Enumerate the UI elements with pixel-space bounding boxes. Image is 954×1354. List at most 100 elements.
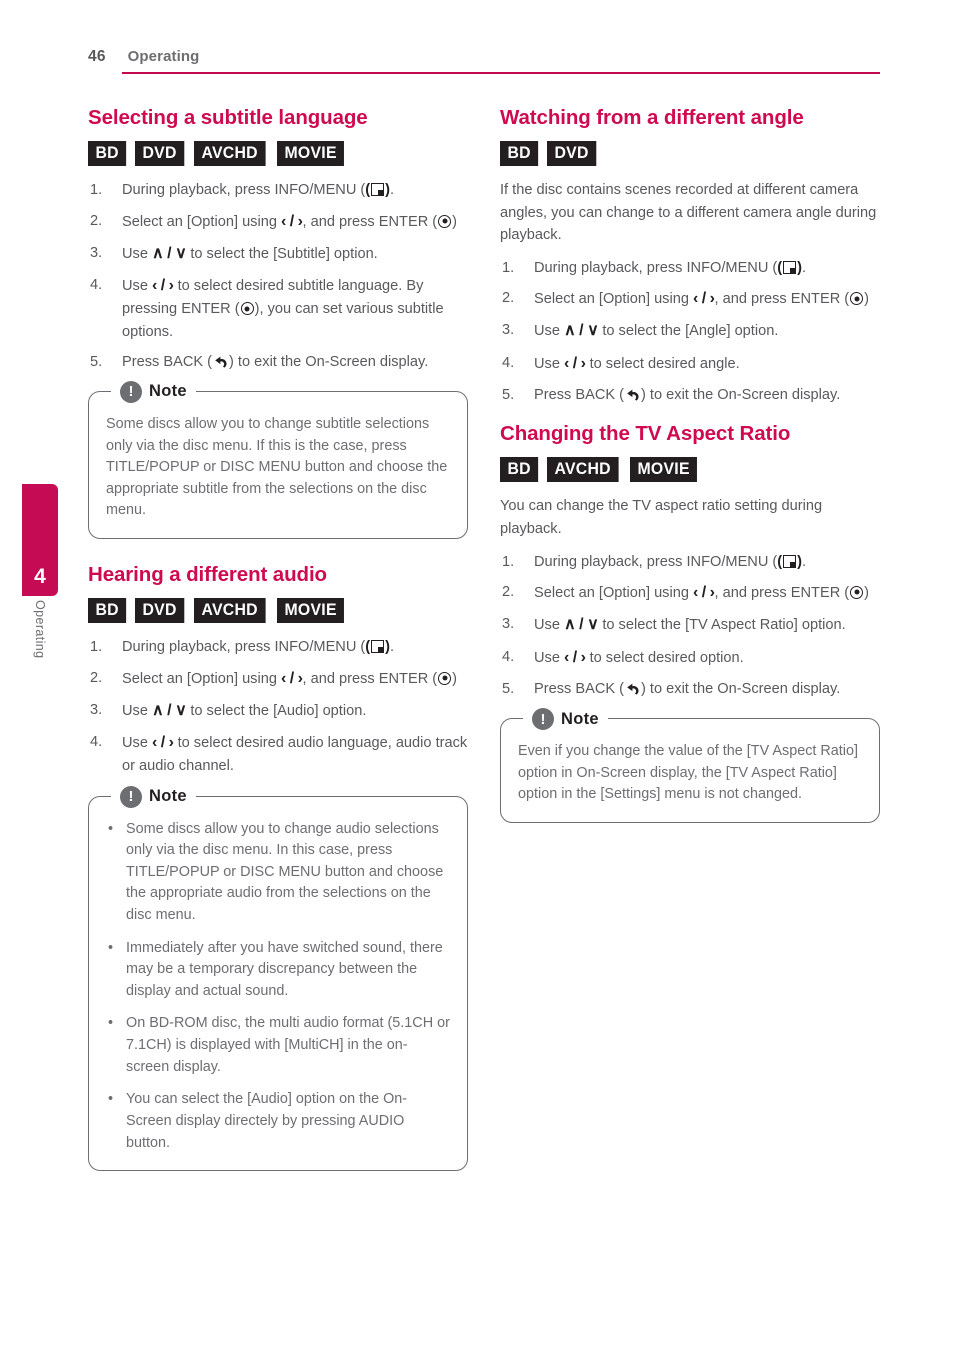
note-box: ! Note • Some discs allow you to change a…	[88, 783, 468, 1172]
left-right-icon: ‹ / ›	[152, 734, 174, 752]
note-bullet-text: Immediately after you have switched soun…	[126, 939, 443, 999]
note-bullet-text: You can select the [Audio] option on the…	[126, 1091, 408, 1151]
step-number: 4.	[502, 648, 515, 665]
step-text: During playback, press INFO/MENU (	[534, 259, 778, 276]
enter-icon	[240, 302, 254, 316]
back-icon	[215, 356, 227, 368]
step-number: 3.	[502, 616, 515, 633]
right-column: Watching from a different angle BD DVD I…	[500, 104, 880, 1193]
badge-avchd: AVCHD	[193, 141, 266, 167]
step-text: , and press ENTER (	[714, 291, 850, 308]
badge-avchd: AVCHD	[547, 457, 619, 483]
step-item: 5. Press BACK ( ) to exit the On-Screen di…	[88, 351, 468, 373]
note-bullet-item: • You can select the [Audio] option on th…	[106, 1089, 450, 1154]
badge-dvd: DVD	[135, 598, 185, 624]
up-down-icon: ∧ / ∨	[152, 701, 187, 719]
step-text: Use	[122, 735, 153, 752]
section-watching-different-angle: Watching from a different angle BD DVD I…	[500, 104, 880, 406]
enter-icon	[850, 292, 864, 306]
step-text: Use	[534, 355, 565, 372]
note-bullet-item: • Immediately after you have switched sou…	[106, 938, 450, 1003]
badge-bd: BD	[500, 457, 539, 483]
step-number: 1.	[90, 182, 103, 199]
bullet-icon: •	[108, 939, 114, 956]
step-item: 1. During playback, press INFO/MENU (().	[88, 636, 468, 658]
step-text: to select the [Subtitle] option.	[186, 245, 378, 262]
step-number: 3.	[90, 244, 103, 261]
step-text: Use	[534, 649, 565, 666]
step-text: to select the [Audio] option.	[186, 702, 367, 719]
note-box: ! Note Even if you change the value of t…	[500, 706, 880, 823]
menu-icon	[783, 554, 797, 568]
step-text: Press BACK (	[534, 386, 625, 403]
back-icon	[627, 389, 639, 401]
left-right-icon: ‹ / ›	[152, 277, 174, 295]
step-item: 5. Press BACK () to exit the On-Screen di…	[500, 384, 880, 406]
content-columns: Selecting a subtitle language BD DVD AVC…	[88, 104, 880, 1193]
step-number: 4.	[90, 277, 103, 294]
step-text: During playback, press INFO/MENU (	[534, 553, 778, 570]
note-header: ! Note	[523, 706, 608, 733]
exclamation-icon: !	[120, 785, 142, 808]
step-number: 1.	[502, 553, 515, 570]
step-item: 4. Use ‹ / › to select desired subtitle l…	[88, 274, 468, 343]
step-text: , and press ENTER (	[302, 670, 438, 687]
bullet-icon: •	[108, 820, 114, 837]
step-item: 3. Use ∧ / ∨ to select the [TV Aspect Rat…	[500, 613, 880, 637]
step-text: During playback, press INFO/MENU (	[122, 639, 366, 656]
note-bullet-item: • Some discs allow you to change audio se…	[106, 819, 450, 927]
step-text: Press BACK (	[534, 680, 625, 697]
step-item: 5. Press BACK () to exit the On-Screen di…	[500, 678, 880, 700]
menu-icon	[371, 640, 385, 654]
media-badges: BD DVD AVCHD MOVIE	[88, 598, 468, 624]
badge-bd: BD	[88, 141, 127, 167]
step-item: 3. Use ∧ / ∨ to select the [Subtitle] opt…	[88, 242, 468, 266]
step-number: 1.	[502, 259, 515, 276]
step-number: 2.	[90, 669, 103, 686]
step-item: 2. Select an [Option] using ‹ / ›, and pr…	[500, 581, 880, 605]
badge-dvd: DVD	[135, 141, 185, 167]
step-number: 1.	[90, 639, 103, 656]
chapter-tab-label: Operating	[22, 600, 58, 720]
step-text: ) to exit the On-Screen display.	[229, 353, 429, 370]
up-down-icon: ∧ / ∨	[564, 322, 599, 340]
step-text: Press BACK (	[122, 353, 213, 370]
page-number: 46	[88, 48, 106, 65]
enter-icon	[438, 671, 452, 685]
step-item: 2. Select an [Option] using ‹ / ›, and pr…	[88, 210, 468, 234]
header-section-title: Operating	[127, 48, 200, 65]
step-text: Select an [Option] using	[122, 670, 282, 687]
step-text: to select the [Angle] option.	[598, 323, 779, 340]
note-bullet-list: • Some discs allow you to change audio se…	[106, 819, 450, 1155]
step-number: 2.	[502, 290, 515, 307]
badge-movie: MOVIE	[276, 598, 344, 624]
step-text: Select an [Option] using	[122, 213, 282, 230]
badge-bd: BD	[88, 598, 127, 624]
badge-bd: BD	[500, 141, 539, 167]
step-text: Select an [Option] using	[534, 291, 694, 308]
step-list: 1. During playback, press INFO/MENU ((). …	[500, 551, 880, 700]
step-text: ) to exit the On-Screen display.	[641, 386, 841, 403]
section-hearing-different-audio: Hearing a different audio BD DVD AVCHD M…	[88, 561, 468, 1172]
step-number: 5.	[90, 353, 103, 370]
left-column: Selecting a subtitle language BD DVD AVC…	[88, 104, 468, 1193]
step-item: 1. During playback, press INFO/MENU (().	[500, 257, 880, 279]
left-right-icon: ‹ / ›	[564, 648, 586, 666]
step-number: 5.	[502, 680, 515, 697]
step-item: 3. Use ∧ / ∨ to select the [Audio] option…	[88, 699, 468, 723]
menu-icon	[371, 183, 385, 197]
step-number: 4.	[502, 354, 515, 371]
step-text: , and press ENTER (	[302, 213, 438, 230]
left-right-icon: ‹ / ›	[281, 212, 303, 230]
note-box: ! Note Some discs allow you to change su…	[88, 378, 468, 539]
step-item: 3. Use ∧ / ∨ to select the [Angle] option…	[500, 319, 880, 343]
note-bullet-text: Some discs allow you to change audio sel…	[126, 820, 444, 924]
step-list: 1. During playback, press INFO/MENU ((). …	[88, 636, 468, 777]
badge-movie: MOVIE	[629, 457, 698, 483]
media-badges: BD DVD	[500, 141, 880, 167]
note-header: ! Note	[111, 378, 196, 405]
step-number: 2.	[90, 212, 103, 229]
badge-avchd: AVCHD	[193, 598, 266, 624]
step-number: 3.	[90, 701, 103, 718]
note-title: Note	[561, 709, 599, 728]
